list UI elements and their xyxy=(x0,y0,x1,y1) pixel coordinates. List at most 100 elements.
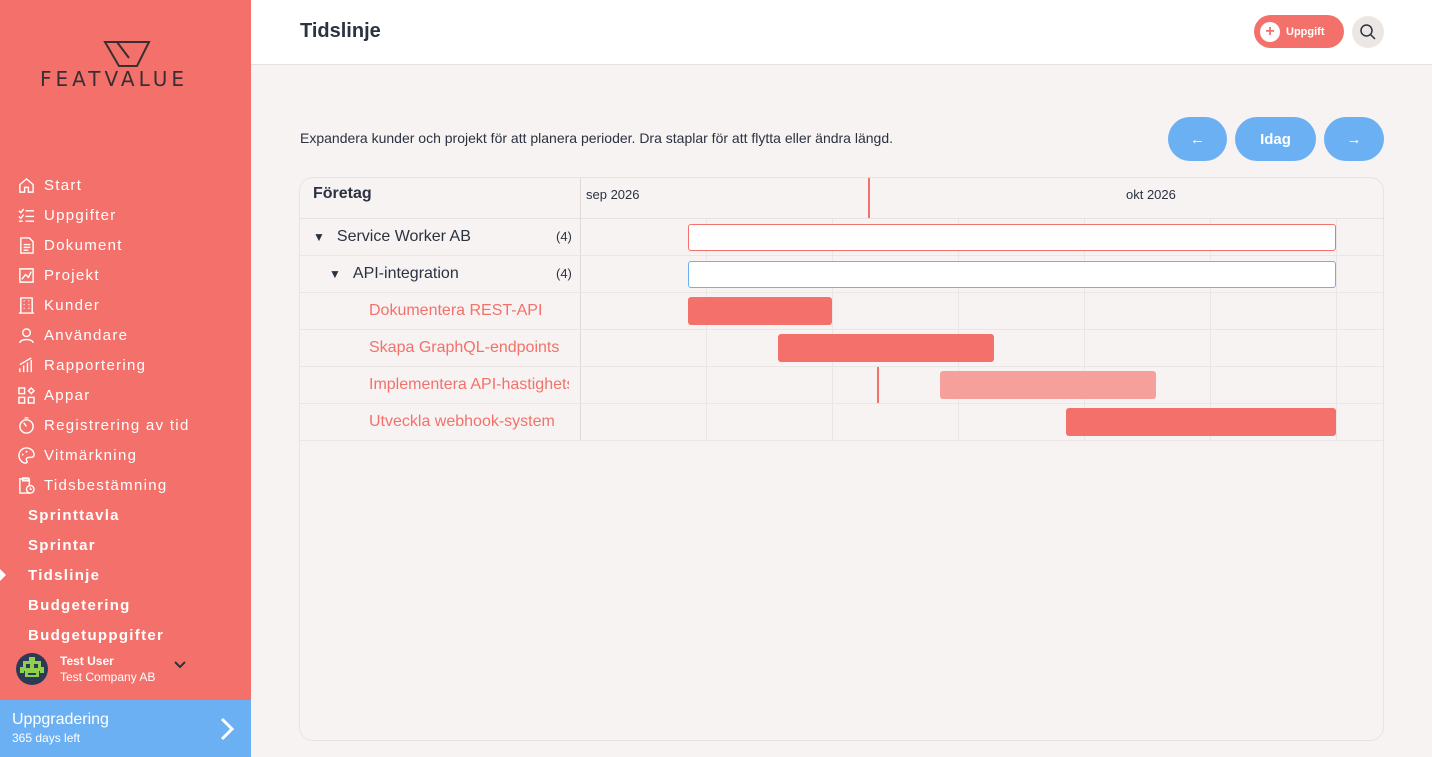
nav-label: Projekt xyxy=(44,266,100,284)
search-button[interactable] xyxy=(1352,16,1384,48)
nav-item-projekt[interactable]: Projekt xyxy=(0,260,251,290)
logo-text: FEATVALUE xyxy=(40,67,188,91)
nav-label: Dokument xyxy=(44,236,123,254)
nav-item-vitmarkning[interactable]: Vitmärkning xyxy=(0,440,251,470)
nav-sub-budgetering[interactable]: Budgetering xyxy=(0,590,251,620)
palette-icon xyxy=(17,446,35,464)
nav-item-uppgifter[interactable]: Uppgifter xyxy=(0,200,251,230)
today-marker-header xyxy=(868,178,870,218)
add-task-label: Uppgift xyxy=(1286,25,1325,38)
row-label[interactable]: ▼ API-integration xyxy=(329,256,459,292)
apps-icon xyxy=(17,386,35,404)
task-bar[interactable] xyxy=(1066,408,1336,436)
page-title: Tidslinje xyxy=(300,20,381,42)
task-name[interactable]: Dokumentera REST-API xyxy=(369,293,569,329)
nav-sub-sprintar[interactable]: Sprintar xyxy=(0,530,251,560)
nav-label: Budgetuppgifter xyxy=(28,626,165,644)
user-icon xyxy=(17,326,35,344)
clipboard-clock-icon xyxy=(17,476,35,494)
upgrade-title: Uppgradering xyxy=(12,711,109,728)
nav-label: Rapportering xyxy=(44,356,147,374)
user-name: Test User xyxy=(60,654,114,668)
nav-item-rapportering[interactable]: Rapportering xyxy=(0,350,251,380)
nav-item-anvandare[interactable]: Användare xyxy=(0,320,251,350)
document-icon xyxy=(17,236,35,254)
collapse-triangle-icon[interactable]: ▼ xyxy=(329,267,341,281)
task-bar[interactable] xyxy=(940,371,1156,399)
next-period-button[interactable]: → xyxy=(1324,117,1384,161)
main-nav: Start Uppgifter Dokument Projekt Kunder … xyxy=(0,170,251,650)
stopwatch-icon xyxy=(17,416,35,434)
nav-item-registrering-av-tid[interactable]: Registrering av tid xyxy=(0,410,251,440)
nav-label: Start xyxy=(44,176,83,194)
nav-label: Appar xyxy=(44,386,91,404)
user-menu[interactable]: Test User Test Company AB xyxy=(16,651,236,687)
nav-sub-budgetuppgifter[interactable]: Budgetuppgifter xyxy=(0,620,251,650)
timeline-gantt: Företag sep 2026 okt 2026 ▼ Service Work… xyxy=(299,177,1384,741)
gantt-header: Företag sep 2026 okt 2026 xyxy=(300,178,1383,219)
project-period-bar[interactable] xyxy=(688,261,1336,288)
nav-label: Budgetering xyxy=(28,596,131,614)
sidebar: FEATVALUE Start Uppgifter Dokument Proje… xyxy=(0,0,251,757)
row-count: (4) xyxy=(556,266,572,281)
nav-label: Sprintar xyxy=(28,536,96,554)
chevron-right-icon xyxy=(220,717,235,741)
nav-item-start[interactable]: Start xyxy=(0,170,251,200)
avatar xyxy=(16,653,48,685)
gantt-row-task: Dokumentera REST-API xyxy=(300,293,1383,330)
gantt-row-project: ▼ API-integration (4) xyxy=(300,256,1383,293)
nav-label: Användare xyxy=(44,326,129,344)
row-count: (4) xyxy=(556,229,572,244)
checklist-icon xyxy=(17,206,35,224)
nav-label: Vitmärkning xyxy=(44,446,138,464)
gantt-row-task: Skapa GraphQL-endpoints xyxy=(300,330,1383,367)
home-icon xyxy=(17,176,35,194)
search-icon xyxy=(1360,24,1376,40)
gantt-row-task: Implementera API-hastighetsbegränsning xyxy=(300,367,1383,404)
company-column-header: Företag xyxy=(313,185,372,202)
logo-mark-icon xyxy=(103,41,151,67)
month-label: okt 2026 xyxy=(1126,187,1176,202)
building-icon xyxy=(17,296,35,314)
nav-item-tidsbestamning[interactable]: Tidsbestämning xyxy=(0,470,251,500)
customer-period-bar[interactable] xyxy=(688,224,1336,251)
intro-text: Expandera kunder och projekt för att pla… xyxy=(300,130,894,146)
nav-item-appar[interactable]: Appar xyxy=(0,380,251,410)
nav-sub-tidslinje[interactable]: Tidslinje xyxy=(0,560,251,590)
nav-label: Registrering av tid xyxy=(44,416,190,434)
month-label: sep 2026 xyxy=(586,187,640,202)
previous-period-button[interactable]: ← xyxy=(1168,117,1227,161)
top-bar: Tidslinje + Uppgift xyxy=(251,0,1432,65)
pixel-avatar-icon xyxy=(20,657,44,677)
chart-icon xyxy=(17,266,35,284)
task-name[interactable]: Utveckla webhook-system xyxy=(369,404,569,440)
nav-label: Kunder xyxy=(44,296,101,314)
featvalue-logo[interactable]: FEATVALUE xyxy=(40,40,215,91)
nav-sub-sprinttavla[interactable]: Sprinttavla xyxy=(0,500,251,530)
bar-chart-icon xyxy=(17,356,35,374)
customer-name: Service Worker AB xyxy=(336,228,471,245)
project-name: API-integration xyxy=(352,265,459,282)
upgrade-banner[interactable]: Uppgradering 365 days left xyxy=(0,700,251,757)
nav-label: Tidslinje xyxy=(28,566,101,584)
user-company: Test Company AB xyxy=(60,670,156,684)
gantt-row-customer: ▼ Service Worker AB (4) xyxy=(300,219,1383,256)
upgrade-subtitle: 365 days left xyxy=(12,731,81,745)
today-marker xyxy=(877,367,879,403)
nav-label: Tidsbestämning xyxy=(44,476,168,494)
nav-item-kunder[interactable]: Kunder xyxy=(0,290,251,320)
task-bar[interactable] xyxy=(688,297,832,325)
collapse-triangle-icon[interactable]: ▼ xyxy=(313,230,325,244)
task-name[interactable]: Skapa GraphQL-endpoints xyxy=(369,330,569,366)
chevron-down-icon[interactable] xyxy=(174,661,186,669)
plus-icon: + xyxy=(1260,21,1280,42)
today-button[interactable]: Idag xyxy=(1235,117,1316,161)
gantt-row-task: Utveckla webhook-system xyxy=(300,404,1383,441)
nav-label: Uppgifter xyxy=(44,206,117,224)
add-task-button[interactable]: + Uppgift xyxy=(1254,15,1344,48)
nav-item-dokument[interactable]: Dokument xyxy=(0,230,251,260)
task-bar[interactable] xyxy=(778,334,994,362)
row-label[interactable]: ▼ Service Worker AB xyxy=(313,219,471,255)
task-name[interactable]: Implementera API-hastighetsbegränsning xyxy=(369,367,569,403)
nav-label: Sprinttavla xyxy=(28,506,120,524)
